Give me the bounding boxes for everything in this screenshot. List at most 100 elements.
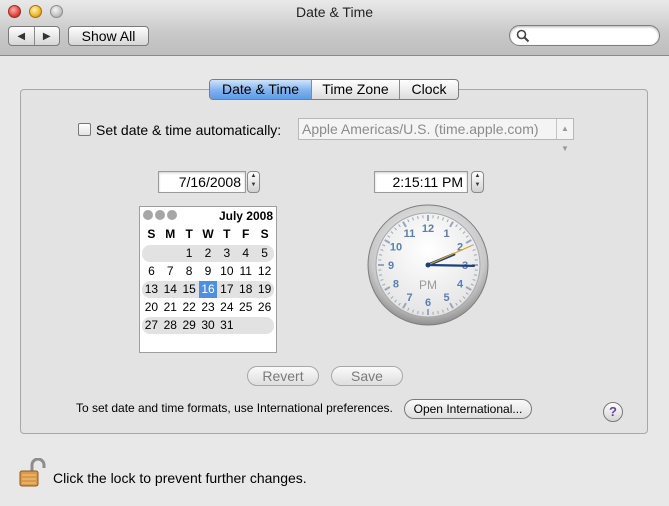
calendar-day[interactable]: 7 — [161, 263, 180, 280]
calendar-day[interactable]: 3 — [217, 245, 236, 262]
previous-month-icon[interactable] — [143, 210, 153, 220]
clock-tick — [473, 274, 478, 276]
stepper-arrows-icon: ▲ ▼ — [250, 173, 257, 188]
auto-time-checkbox[interactable] — [78, 123, 91, 136]
time-stepper[interactable]: ▲ ▼ — [471, 171, 484, 193]
calendar: July 2008 S M T W T F S 1 2 3 4 5 6 7 8 … — [139, 206, 277, 353]
calendar-day[interactable]: 27 — [142, 317, 161, 334]
calendar-day[interactable] — [142, 245, 161, 262]
calendar-day[interactable] — [161, 245, 180, 262]
weekday-label: F — [242, 227, 250, 241]
calendar-day[interactable] — [236, 317, 255, 334]
clock-ampm: PM — [419, 278, 437, 292]
clock-tick — [473, 254, 478, 256]
minute-hand — [426, 263, 476, 267]
calendar-day[interactable]: 31 — [217, 317, 236, 334]
calendar-week: 13 14 15 16 17 18 19 — [142, 281, 274, 298]
title-bar: Date & Time ◀ ▶ Show All — [0, 0, 669, 56]
calendar-day[interactable]: 14 — [161, 281, 180, 298]
revert-button[interactable]: Revert — [247, 366, 319, 386]
next-month-icon[interactable] — [167, 210, 177, 220]
clock-number: 8 — [393, 279, 399, 291]
clock-tick — [437, 215, 439, 220]
clock-tick — [378, 274, 383, 276]
back-arrow-icon: ◀ — [17, 30, 26, 42]
calendar-day[interactable]: 8 — [180, 263, 199, 280]
calendar-day[interactable] — [255, 317, 274, 334]
forward-arrow-icon: ▶ — [42, 30, 51, 42]
calendar-day[interactable]: 29 — [180, 317, 199, 334]
clock-tick — [417, 310, 419, 315]
tab-clock[interactable]: Clock — [399, 80, 458, 99]
lock-icon[interactable] — [18, 458, 46, 488]
calendar-day[interactable]: 9 — [199, 263, 218, 280]
clock-center-pin — [425, 262, 431, 268]
forward-button[interactable]: ▶ — [33, 27, 60, 45]
clock-number: 7 — [406, 292, 412, 304]
clock-number: 11 — [404, 228, 416, 240]
calendar-day[interactable]: 6 — [142, 263, 161, 280]
calendar-day[interactable]: 5 — [255, 245, 274, 262]
calendar-day[interactable]: 10 — [217, 263, 236, 280]
calendar-day[interactable]: 18 — [236, 281, 255, 298]
calendar-day[interactable]: 22 — [180, 299, 199, 316]
back-forward-control: ◀ ▶ — [8, 26, 60, 46]
weekday-label: W — [202, 227, 214, 241]
clock-tick — [437, 310, 439, 315]
calendar-day[interactable]: 24 — [217, 299, 236, 316]
auto-time-label: Set date & time automatically: — [96, 122, 282, 138]
show-all-button[interactable]: Show All — [68, 26, 149, 46]
calendar-day[interactable]: 25 — [236, 299, 255, 316]
date-stepper[interactable]: ▲ ▼ — [247, 171, 260, 193]
calendar-day[interactable]: 13 — [142, 281, 161, 298]
calendar-day[interactable]: 1 — [180, 245, 199, 262]
calendar-day[interactable]: 17 — [217, 281, 236, 298]
calendar-day[interactable]: 11 — [236, 263, 255, 280]
weekday-label: S — [260, 227, 269, 241]
calendar-day[interactable]: 4 — [236, 245, 255, 262]
search-field[interactable] — [509, 25, 660, 46]
clock-number: 12 — [422, 223, 434, 235]
calendar-day[interactable]: 30 — [199, 317, 218, 334]
open-international-button[interactable]: Open International... — [404, 399, 532, 419]
search-icon — [516, 29, 530, 43]
clock-number: 10 — [390, 242, 402, 254]
help-button[interactable]: ? — [603, 402, 623, 422]
tab-time-zone[interactable]: Time Zone — [311, 80, 399, 99]
calendar-day[interactable]: 23 — [199, 299, 218, 316]
calendar-day[interactable]: 2 — [199, 245, 218, 262]
calendar-week: 6 7 8 9 10 11 12 — [142, 263, 274, 280]
calendar-day-selected[interactable]: 16 — [198, 281, 218, 298]
calendar-day[interactable]: 28 — [161, 317, 180, 334]
weekday-label: T — [223, 227, 231, 241]
clock-tick — [378, 254, 383, 256]
info-text: To set date and time formats, use Intern… — [76, 401, 393, 415]
weekday-label: M — [165, 227, 176, 241]
clock-number: 4 — [457, 279, 464, 291]
time-field[interactable]: 2:15:11 PM — [374, 171, 468, 193]
calendar-day[interactable]: 26 — [255, 299, 274, 316]
clock-number: 9 — [388, 260, 394, 272]
calendar-day[interactable]: 21 — [161, 299, 180, 316]
tab-date-time[interactable]: Date & Time — [210, 80, 311, 99]
calendar-nav — [143, 210, 177, 220]
calendar-day[interactable]: 12 — [255, 263, 274, 280]
weekday-label: T — [185, 227, 193, 241]
save-button[interactable]: Save — [331, 366, 403, 386]
calendar-day[interactable]: 15 — [180, 281, 199, 298]
lock-text: Click the lock to prevent further change… — [53, 470, 307, 486]
back-button[interactable]: ◀ — [9, 27, 34, 45]
today-icon[interactable] — [155, 210, 165, 220]
calendar-day[interactable]: 19 — [255, 281, 274, 298]
calendar-week: 1 2 3 4 5 — [142, 245, 274, 262]
clock-number: 1 — [443, 228, 449, 240]
clock-number: 6 — [425, 297, 431, 309]
time-server-popup[interactable]: Apple Americas/U.S. (time.apple.com) ▲ ▼ — [298, 118, 574, 153]
date-field[interactable]: 7/16/2008 — [158, 171, 246, 193]
calendar-day[interactable]: 20 — [142, 299, 161, 316]
clock-number: 5 — [443, 292, 449, 304]
calendar-weekday-header: S M T W T F S — [142, 227, 274, 241]
stepper-arrows-icon: ▲ ▼ — [474, 173, 481, 188]
analog-clock[interactable]: 12 1 2 3 4 5 6 7 8 9 10 11 PM — [366, 203, 490, 327]
window-title: Date & Time — [295, 4, 374, 20]
